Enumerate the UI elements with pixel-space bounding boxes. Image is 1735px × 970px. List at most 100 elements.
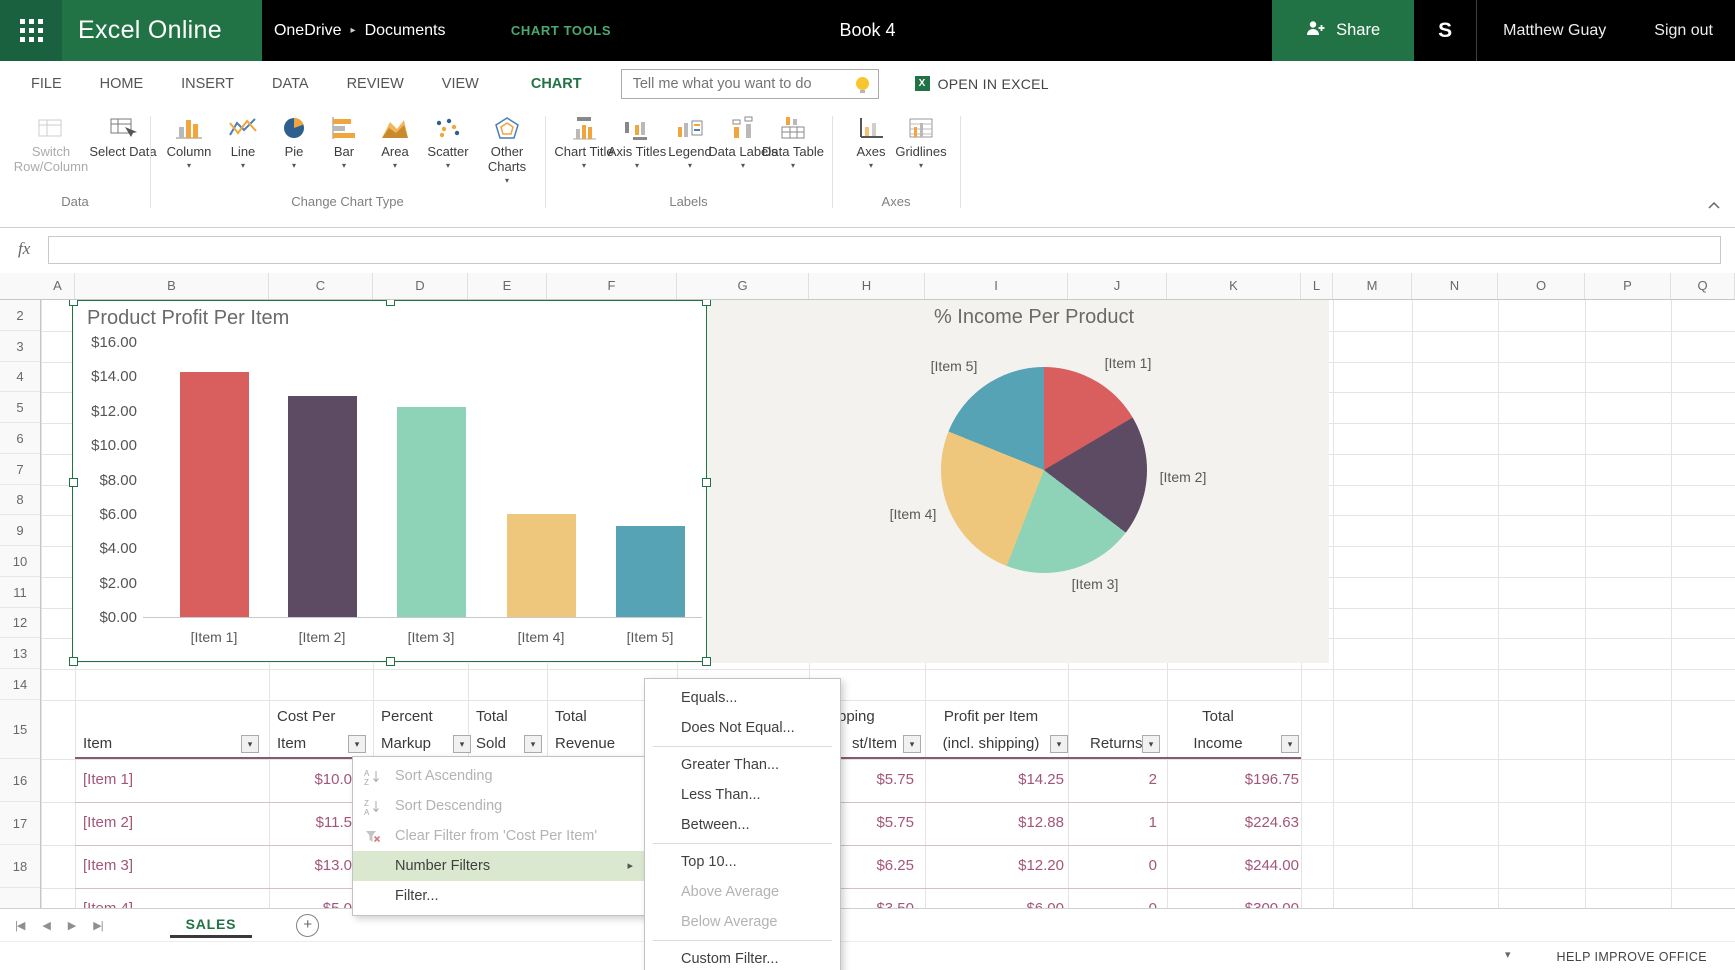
- tab-chart[interactable]: CHART: [512, 76, 601, 92]
- column-header-H[interactable]: H: [809, 273, 925, 299]
- column-header-L[interactable]: L: [1301, 273, 1333, 299]
- filter-button-profit-per-item[interactable]: ▾: [1050, 735, 1068, 753]
- cell-shipping[interactable]: $6.25: [839, 855, 914, 877]
- row-header-10[interactable]: 10: [0, 546, 40, 577]
- table-header-shipping-line2[interactable]: st/Item: [852, 733, 897, 755]
- table-header-profit-line2[interactable]: (incl. shipping): [925, 733, 1057, 755]
- table-header-item[interactable]: Item: [83, 733, 112, 755]
- cell-income[interactable]: $196.75: [1180, 769, 1299, 791]
- column-header-N[interactable]: N: [1412, 273, 1498, 299]
- column-header-J[interactable]: J: [1068, 273, 1167, 299]
- filter-button-shipping-cost[interactable]: ▾: [903, 735, 921, 753]
- sign-out-link[interactable]: Sign out: [1632, 0, 1735, 61]
- row-header-13[interactable]: 13: [0, 638, 40, 669]
- submenu-item-greater-than[interactable]: Greater Than...: [645, 750, 840, 780]
- tab-home[interactable]: HOME: [81, 76, 163, 92]
- row-header-5[interactable]: 5: [0, 392, 40, 423]
- column-header-O[interactable]: O: [1498, 273, 1585, 299]
- cell-profit[interactable]: $12.20: [950, 855, 1064, 877]
- sheet-tab-sales[interactable]: SALES: [169, 912, 253, 938]
- table-header-revenue-line1[interactable]: Total: [555, 706, 587, 728]
- share-button[interactable]: Share: [1272, 0, 1415, 61]
- column-header-D[interactable]: D: [373, 273, 468, 299]
- column-header-F[interactable]: F: [547, 273, 677, 299]
- table-header-revenue-line2[interactable]: Revenue: [555, 733, 615, 755]
- column-header-E[interactable]: E: [468, 273, 547, 299]
- cell-shipping[interactable]: $5.75: [839, 812, 914, 834]
- row-header-12[interactable]: 12: [0, 608, 40, 638]
- breadcrumb-documents[interactable]: Documents: [365, 22, 446, 40]
- row-header-17[interactable]: 17: [0, 802, 40, 845]
- row-header-11[interactable]: 11: [0, 577, 40, 608]
- cell-cost[interactable]: $11.5: [269, 812, 352, 834]
- help-improve-office-link[interactable]: HELP IMPROVE OFFICE: [1557, 950, 1707, 964]
- filter-button-total-sold[interactable]: ▾: [524, 735, 542, 753]
- table-header-shipping-line1[interactable]: pping: [838, 706, 875, 728]
- column-header-A[interactable]: A: [41, 273, 75, 299]
- submenu-item-does-not-equal[interactable]: Does Not Equal...: [645, 713, 840, 743]
- cell-income[interactable]: $224.63: [1180, 812, 1299, 834]
- column-header-C[interactable]: C: [269, 273, 373, 299]
- submenu-item-between[interactable]: Between...: [645, 810, 840, 840]
- user-name[interactable]: Matthew Guay: [1477, 0, 1632, 61]
- breadcrumb-onedrive[interactable]: OneDrive: [274, 22, 342, 40]
- table-header-sold-line2[interactable]: Sold: [476, 733, 506, 755]
- cell-item[interactable]: [Item 1]: [83, 769, 233, 791]
- add-sheet-button[interactable]: +: [296, 913, 320, 937]
- menu-item-filter[interactable]: Filter...: [353, 881, 645, 911]
- submenu-item-equals[interactable]: Equals...: [645, 683, 840, 713]
- submenu-item-less-than[interactable]: Less Than...: [645, 780, 840, 810]
- table-header-returns[interactable]: Returns: [1090, 733, 1143, 755]
- row-header-9[interactable]: 9: [0, 515, 40, 546]
- app-logo[interactable]: Excel Online: [62, 0, 262, 61]
- tab-insert[interactable]: INSERT: [162, 76, 253, 92]
- table-header-income-line2[interactable]: Income: [1173, 733, 1263, 755]
- submenu-item-top-10[interactable]: Top 10...: [645, 847, 840, 877]
- menu-item-number-filters[interactable]: Number Filters ▸: [353, 851, 645, 881]
- filter-button-returns[interactable]: ▾: [1142, 735, 1160, 753]
- row-header-16[interactable]: 16: [0, 759, 40, 802]
- cell-returns[interactable]: 1: [1080, 812, 1157, 834]
- table-header-income-line1[interactable]: Total: [1173, 706, 1263, 728]
- collapse-ribbon-button[interactable]: [1707, 196, 1721, 214]
- cell-returns[interactable]: 0: [1080, 855, 1157, 877]
- row-header-15[interactable]: 15: [0, 700, 40, 759]
- column-header-G[interactable]: G: [677, 273, 809, 299]
- table-header-sold-line1[interactable]: Total: [476, 706, 508, 728]
- submenu-item-custom-filter[interactable]: Custom Filter...: [645, 944, 840, 970]
- row-header-2[interactable]: 2: [0, 300, 40, 331]
- row-header-18[interactable]: 18: [0, 845, 40, 888]
- filter-button-item[interactable]: ▾: [241, 735, 259, 753]
- previous-sheet-button[interactable]: ◀: [33, 919, 58, 932]
- last-sheet-button[interactable]: ▶|: [84, 919, 111, 932]
- column-header-P[interactable]: P: [1585, 273, 1671, 299]
- row-header-3[interactable]: 3: [0, 331, 40, 362]
- row-header-6[interactable]: 6: [0, 423, 40, 454]
- app-launcher-button[interactable]: [0, 0, 62, 61]
- tab-view[interactable]: VIEW: [423, 76, 498, 92]
- tell-me-input[interactable]: [630, 74, 848, 93]
- filter-button-cost-per-item[interactable]: ▾: [348, 735, 366, 753]
- column-header-Q[interactable]: Q: [1671, 273, 1735, 299]
- cell-cost[interactable]: $10.0: [269, 769, 352, 791]
- table-header-markup-line2[interactable]: Markup: [381, 733, 431, 755]
- tab-data[interactable]: DATA: [253, 76, 328, 92]
- row-header-14[interactable]: 14: [0, 669, 40, 700]
- other-charts-button[interactable]: Other Charts ▾: [472, 112, 542, 185]
- tab-file[interactable]: FILE: [12, 76, 81, 92]
- table-header-cost-line1[interactable]: Cost Per: [277, 706, 335, 728]
- table-header-cost-line2[interactable]: Item: [277, 733, 306, 755]
- skype-button[interactable]: S: [1414, 0, 1476, 61]
- cell-profit[interactable]: $12.88: [950, 812, 1064, 834]
- cell-shipping[interactable]: $5.75: [839, 769, 914, 791]
- column-header-I[interactable]: I: [925, 273, 1068, 299]
- workbook-title[interactable]: Book 4: [839, 0, 895, 61]
- data-table-button[interactable]: Data Table ▾: [758, 112, 828, 170]
- table-header-markup-line1[interactable]: Percent: [381, 706, 433, 728]
- filter-button-total-income[interactable]: ▾: [1281, 735, 1299, 753]
- table-header-profit-line1[interactable]: Profit per Item: [925, 706, 1057, 728]
- next-sheet-button[interactable]: ▶: [59, 919, 84, 932]
- row-header-7[interactable]: 7: [0, 454, 40, 485]
- column-header-K[interactable]: K: [1167, 273, 1301, 299]
- cell-income[interactable]: $244.00: [1180, 855, 1299, 877]
